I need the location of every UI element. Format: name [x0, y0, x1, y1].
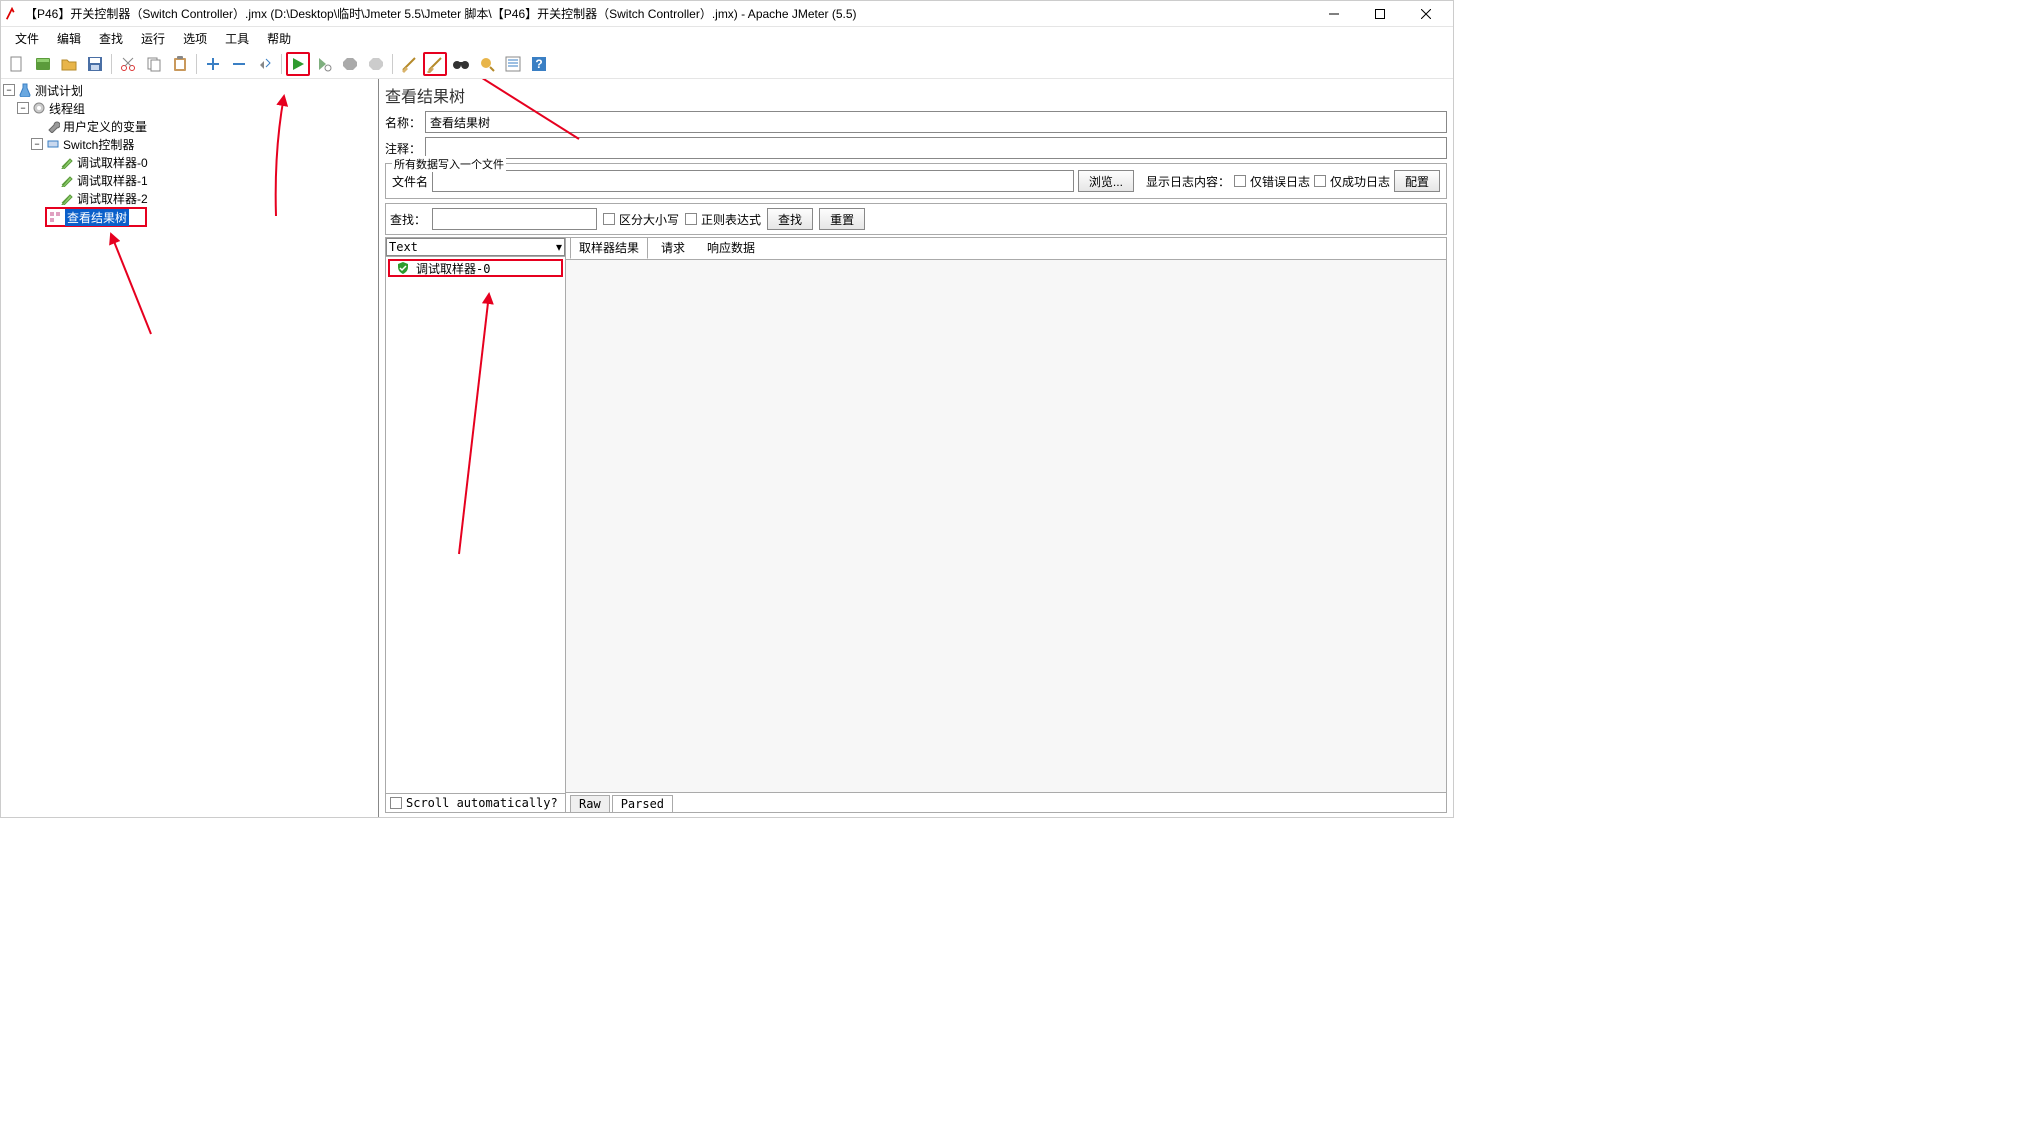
search-label: 查找：	[390, 211, 426, 228]
case-sensitive-checkbox[interactable]: 区分大小写	[603, 211, 679, 228]
shield-ok-icon	[396, 261, 410, 275]
wrench-icon	[45, 118, 61, 134]
menu-run[interactable]: 运行	[133, 28, 173, 49]
menu-search[interactable]: 查找	[91, 28, 131, 49]
only-errors-checkbox[interactable]: 仅错误日志	[1234, 173, 1310, 190]
copy-icon[interactable]	[142, 52, 166, 76]
menu-edit[interactable]: 编辑	[49, 28, 89, 49]
tree-node-sampler-0[interactable]: 调试取样器-0	[3, 153, 376, 171]
close-button[interactable]	[1403, 2, 1449, 26]
open-folder-icon[interactable]	[57, 52, 81, 76]
play-nowait-icon[interactable]	[312, 52, 336, 76]
right-panel: 查看结果树 名称： 注释： 所有数据写入一个文件 文件名 浏览... 显示日志内…	[379, 79, 1453, 817]
tab-response[interactable]: 响应数据	[698, 237, 764, 259]
scroll-auto-checkbox[interactable]: Scroll automatically?	[390, 796, 558, 810]
svg-text:?: ?	[535, 57, 542, 71]
sampler-icon	[45, 136, 61, 152]
menu-help[interactable]: 帮助	[259, 28, 299, 49]
shutdown-icon[interactable]	[364, 52, 388, 76]
titlebar: 【P46】开关控制器（Switch Controller）.jmx (D:\De…	[1, 1, 1453, 27]
plus-icon[interactable]	[201, 52, 225, 76]
menu-tools[interactable]: 工具	[217, 28, 257, 49]
templates-icon[interactable]	[31, 52, 55, 76]
results-list[interactable]: 调试取样器-0	[386, 256, 565, 793]
results-area: Text ▾ 调试取样器-0 Scroll automatically?	[385, 237, 1447, 813]
regex-checkbox[interactable]: 正则表达式	[685, 211, 761, 228]
results-tree-icon	[47, 209, 63, 225]
search-input[interactable]	[432, 208, 597, 230]
result-item-0[interactable]: 调试取样器-0	[388, 259, 563, 277]
cut-icon[interactable]	[116, 52, 140, 76]
results-body	[566, 260, 1446, 792]
scroll-auto-row: Scroll automatically?	[386, 793, 565, 812]
results-tabs: 取样器结果 请求 响应数据	[566, 238, 1446, 260]
app-icon	[5, 7, 19, 21]
renderer-select[interactable]: Text ▾	[386, 238, 565, 256]
tree-node-test-plan[interactable]: − 测试计划	[3, 81, 376, 99]
save-icon[interactable]	[83, 52, 107, 76]
menubar: 文件 编辑 查找 运行 选项 工具 帮助	[1, 27, 1453, 49]
tree-node-thread-group[interactable]: − 线程组	[3, 99, 376, 117]
paste-icon[interactable]	[168, 52, 192, 76]
bottom-tabs: Raw Parsed	[566, 792, 1446, 812]
name-input[interactable]	[425, 111, 1447, 133]
flask-icon	[17, 82, 33, 98]
comments-label: 注释：	[385, 140, 421, 157]
chevron-down-icon: ▾	[556, 240, 562, 254]
filename-input[interactable]	[432, 170, 1074, 192]
gear-icon	[31, 100, 47, 116]
log-display-label: 显示日志内容：	[1146, 173, 1230, 190]
search-button[interactable]: 查找	[767, 208, 813, 230]
tab-raw[interactable]: Raw	[570, 795, 610, 812]
maximize-button[interactable]	[1357, 2, 1403, 26]
panel-title: 查看结果树	[385, 83, 1447, 107]
menu-options[interactable]: 选项	[175, 28, 215, 49]
broom-icon[interactable]	[397, 52, 421, 76]
results-right-panel: 取样器结果 请求 响应数据 Raw Parsed	[566, 238, 1446, 812]
minus-icon[interactable]	[227, 52, 251, 76]
tree-node-view-results[interactable]: 查看结果树	[45, 207, 147, 227]
sampler-request-icon	[59, 172, 75, 188]
tree-panel[interactable]: − 测试计划 − 线程组 用户定义的变量 − Switch控制器	[1, 79, 379, 817]
toggle-icon[interactable]	[253, 52, 277, 76]
tab-sampler-result[interactable]: 取样器结果	[570, 237, 648, 259]
new-file-icon[interactable]	[5, 52, 29, 76]
tab-parsed[interactable]: Parsed	[612, 795, 673, 812]
browse-button[interactable]: 浏览...	[1078, 170, 1134, 192]
window-title: 【P46】开关控制器（Switch Controller）.jmx (D:\De…	[25, 5, 1311, 22]
filename-label: 文件名	[392, 173, 428, 190]
only-success-checkbox[interactable]: 仅成功日志	[1314, 173, 1390, 190]
play-icon[interactable]	[286, 52, 310, 76]
search-bar: 查找： 区分大小写 正则表达式 查找 重置	[385, 203, 1447, 235]
function-helper-icon[interactable]	[501, 52, 525, 76]
name-label: 名称：	[385, 114, 421, 131]
menu-file[interactable]: 文件	[7, 28, 47, 49]
results-left-panel: Text ▾ 调试取样器-0 Scroll automatically?	[386, 238, 566, 812]
file-fieldset-legend: 所有数据写入一个文件	[392, 156, 506, 172]
stop-icon[interactable]	[338, 52, 362, 76]
binoculars-icon[interactable]	[449, 52, 473, 76]
tab-request[interactable]: 请求	[652, 237, 694, 259]
reset-button[interactable]: 重置	[819, 208, 865, 230]
tree-node-sampler-2[interactable]: 调试取样器-2	[3, 189, 376, 207]
file-fieldset: 所有数据写入一个文件 文件名 浏览... 显示日志内容： 仅错误日志 仅成功日志…	[385, 163, 1447, 199]
help-icon[interactable]: ?	[527, 52, 551, 76]
sampler-request-icon	[59, 190, 75, 206]
configure-button[interactable]: 配置	[1394, 170, 1440, 192]
reset-search-icon[interactable]	[475, 52, 499, 76]
comments-input[interactable]	[425, 137, 1447, 159]
toolbar: ?	[1, 49, 1453, 79]
minimize-button[interactable]	[1311, 2, 1357, 26]
tree-node-switch-controller[interactable]: − Switch控制器	[3, 135, 376, 153]
tree-node-sampler-1[interactable]: 调试取样器-1	[3, 171, 376, 189]
broom-all-icon[interactable]	[423, 52, 447, 76]
sampler-request-icon	[59, 154, 75, 170]
tree-node-user-vars[interactable]: 用户定义的变量	[3, 117, 376, 135]
